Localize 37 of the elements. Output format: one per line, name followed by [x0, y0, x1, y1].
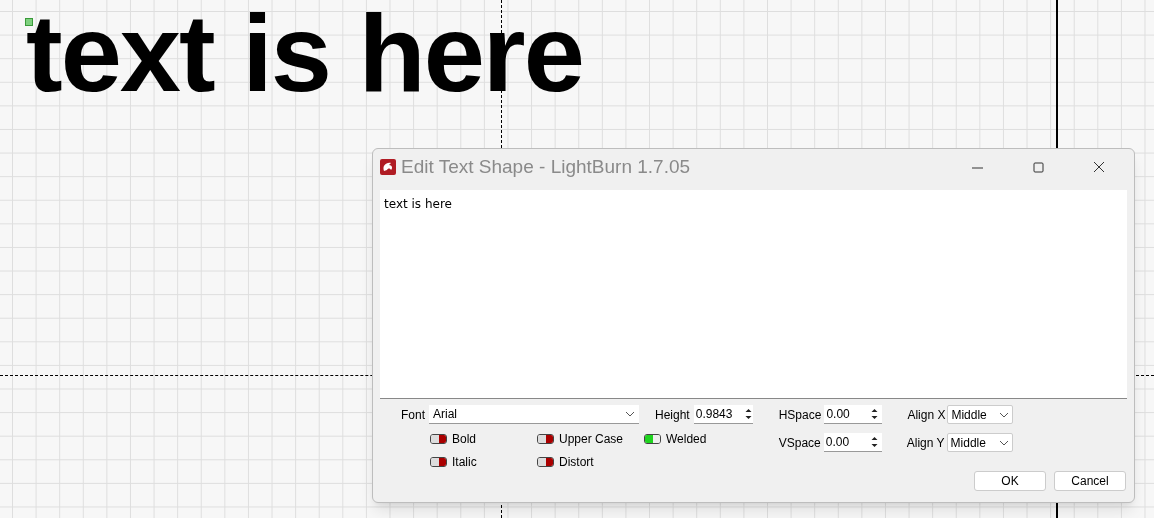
spinbox[interactable]: 0.00 [824, 405, 883, 424]
field-label: Align Y [906, 434, 945, 452]
field-label: Font [401, 406, 425, 424]
spinner-arrows-icon [743, 407, 753, 421]
window-title: Edit Text Shape - LightBurn 1.7.05 [401, 154, 692, 179]
toggle-switch[interactable] [430, 434, 447, 444]
toggle-label: Upper Case [559, 431, 624, 448]
field-label: Align X [907, 406, 946, 424]
height-spinbox[interactable]: 0.9843 [693, 405, 753, 424]
font-dropdown[interactable]: Arial [429, 405, 639, 424]
close-icon [1093, 161, 1105, 173]
toggle-label: Bold [452, 431, 477, 448]
toggle-switch[interactable] [537, 434, 554, 444]
dropdown-caret-icon [999, 411, 1010, 418]
align-dropdown[interactable]: Middle [946, 433, 1013, 452]
dialog-button[interactable]: Cancel [1054, 471, 1126, 491]
app-logo-icon [380, 159, 396, 175]
spinbox[interactable]: 0.00 [823, 433, 882, 452]
field-label: Height [655, 406, 690, 424]
selection-handle[interactable] [25, 18, 33, 26]
align-dropdown[interactable]: Middle [947, 405, 1014, 424]
toggle-switch[interactable] [537, 457, 554, 467]
spinner-arrows-icon [870, 407, 880, 421]
text-input-field[interactable]: text is here [380, 190, 1127, 399]
canvas-text[interactable]: text is here [26, 0, 583, 113]
toggle-switch[interactable] [430, 457, 447, 467]
toggle-label: Welded [666, 431, 707, 448]
dropdown-caret-icon [625, 411, 635, 417]
toggle-label: Italic [452, 454, 477, 471]
toggle-label: Distort [559, 454, 594, 471]
spinner-arrows-icon [869, 435, 879, 449]
toggle-switch[interactable] [644, 434, 661, 444]
dialog-button[interactable]: OK [974, 471, 1046, 491]
dropdown-caret-icon [998, 439, 1009, 446]
field-label: HSpace [778, 406, 822, 424]
field-label: VSpace [778, 434, 821, 452]
maximize-icon [1032, 161, 1044, 173]
